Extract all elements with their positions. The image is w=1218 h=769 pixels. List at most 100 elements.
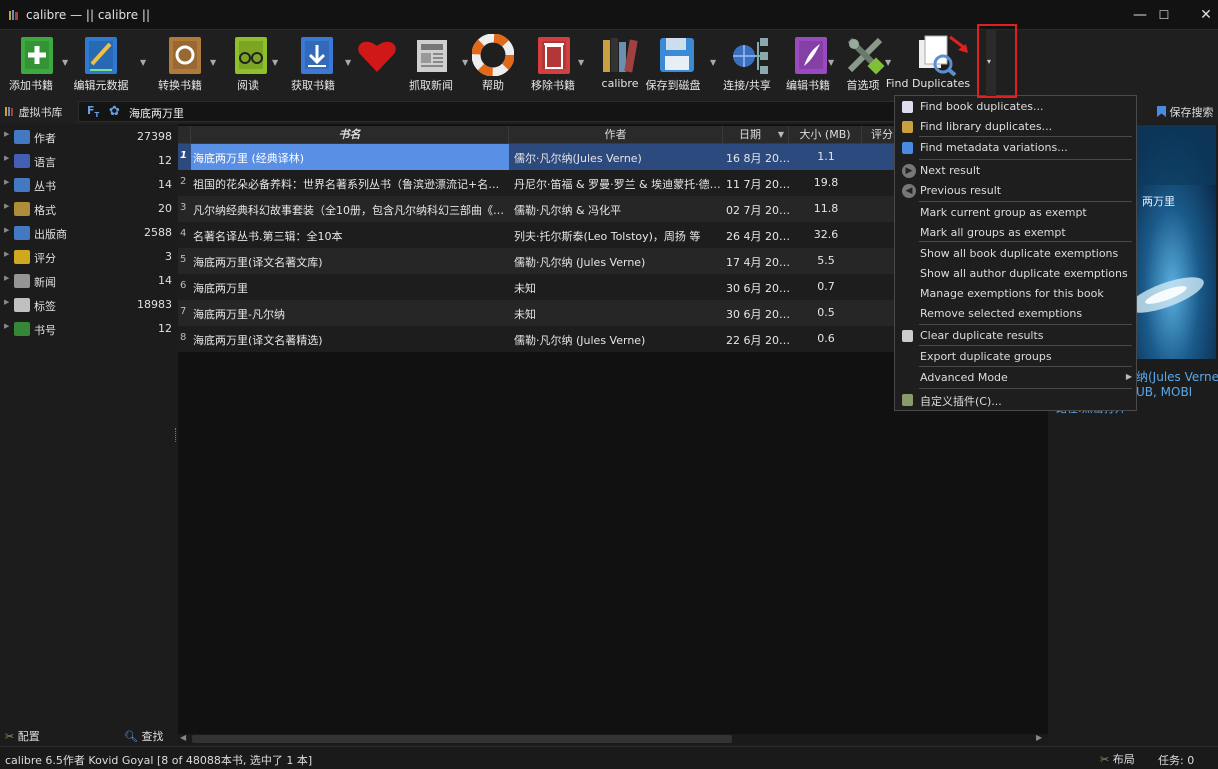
virtual-library-button[interactable]: 虚拟书库 — [4, 104, 63, 120]
menu-item[interactable]: 自定义插件(C)... — [895, 390, 1136, 410]
tag-category-row[interactable]: ▶ 评分 3 — [0, 245, 178, 269]
toolbar-button-connect-share[interactable]: 连接/共享 — [723, 30, 771, 100]
close-button[interactable]: ✕ — [1184, 0, 1218, 30]
toolbar-button-preferences-tools[interactable]: 首选项 — [840, 30, 886, 100]
tag-category-row[interactable]: ▶ 语言 12 — [0, 149, 178, 173]
dropdown-arrow-icon[interactable]: ▼ — [578, 58, 584, 67]
toolbar-button-fetch-news[interactable]: 抓取新闻 — [408, 30, 454, 100]
book-date-cell[interactable]: 11 7月 2018 — [726, 176, 790, 190]
menu-item[interactable]: Remove selected exemptions — [895, 304, 1136, 324]
dropdown-arrow-icon[interactable]: ▼ — [885, 58, 891, 67]
book-cover-image[interactable]: 两万里 — [1136, 125, 1216, 359]
maximize-button[interactable]: ☐ — [1142, 0, 1186, 30]
book-title-cell[interactable]: 海底两万里-凡尔纳 — [191, 300, 509, 326]
tag-category-row[interactable]: ▶ 标签 18983 — [0, 293, 178, 317]
search-input[interactable]: FT ✿ 海底两万里 — [78, 101, 898, 122]
book-size-cell[interactable]: 0.5 — [790, 306, 862, 320]
dropdown-arrow-icon[interactable]: ▼ — [272, 58, 278, 67]
book-date-cell[interactable]: 02 7月 2018 — [726, 202, 790, 216]
sort-by-field-icon[interactable]: FT — [87, 104, 99, 119]
book-author-cell[interactable]: 丹尼尔·笛福 & 罗曼·罗兰 & 埃迪蒙托·德·... — [514, 176, 722, 190]
tag-category-row[interactable]: ▶ 丛书 14 — [0, 173, 178, 197]
find-button[interactable]: 🔍︎ 查找 — [124, 728, 163, 744]
book-size-cell[interactable]: 32.6 — [790, 228, 862, 242]
book-size-cell[interactable]: 0.6 — [790, 332, 862, 346]
toolbar-button-edit-metadata[interactable]: 编辑元数据 — [74, 30, 129, 100]
menu-item[interactable]: Find book duplicates... — [895, 97, 1136, 117]
scroll-left-arrow-icon[interactable]: ◀ — [180, 733, 186, 742]
book-title-cell[interactable]: 名著名译丛书.第三辑：全10本 — [191, 222, 509, 248]
menu-item[interactable]: Advanced Mode ▶ — [895, 368, 1136, 388]
menu-item[interactable]: Mark current group as exempt — [895, 203, 1136, 223]
dropdown-arrow-icon[interactable]: ▼ — [710, 58, 716, 67]
book-title-cell[interactable]: 凡尔纳经典科幻故事套装（全10册，包含凡尔纳科幻三部曲《格兰... — [191, 196, 509, 222]
dropdown-arrow-icon[interactable]: ▼ — [140, 58, 146, 67]
tag-category-row[interactable]: ▶ 作者 27398 — [0, 125, 178, 149]
expand-arrow-icon[interactable]: ▶ — [4, 274, 9, 282]
book-size-cell[interactable]: 0.7 — [790, 280, 862, 294]
expand-arrow-icon[interactable]: ▶ — [4, 322, 9, 330]
jobs-indicator[interactable]: 任务: 0 — [1158, 752, 1194, 768]
menu-item[interactable]: Mark all groups as exempt — [895, 223, 1136, 243]
expand-arrow-icon[interactable]: ▶ — [4, 154, 9, 162]
column-header-size[interactable]: 大小 (MB) — [789, 126, 862, 144]
toolbar-button-get-books[interactable]: 获取书籍 — [290, 30, 336, 100]
menu-item[interactable]: Manage exemptions for this book — [895, 284, 1136, 304]
book-date-cell[interactable]: 30 6月 2017 — [726, 280, 790, 294]
scroll-right-arrow-icon[interactable]: ▶ — [1036, 733, 1042, 742]
dropdown-arrow-icon[interactable]: ▼ — [828, 58, 834, 67]
book-author-line[interactable]: 纳(Jules Verne) — [1136, 368, 1218, 385]
menu-item[interactable]: Show all book duplicate exemptions — [895, 244, 1136, 264]
column-header-date[interactable]: 日期 ▼ — [723, 126, 789, 144]
book-author-cell[interactable]: 未知 — [514, 280, 722, 294]
expand-arrow-icon[interactable]: ▶ — [4, 130, 9, 138]
menu-item[interactable]: Find metadata variations... — [895, 138, 1136, 158]
expand-arrow-icon[interactable]: ▶ — [4, 226, 9, 234]
book-size-cell[interactable]: 11.8 — [790, 202, 862, 216]
book-title-cell[interactable]: 海底两万里 — [191, 274, 509, 300]
book-author-cell[interactable]: 未知 — [514, 306, 722, 320]
book-author-cell[interactable]: 儒勒·凡尔纳 & 冯化平 — [514, 202, 722, 216]
toolbar-button-save-to-disk[interactable]: 保存到磁盘 — [646, 30, 701, 100]
book-size-cell[interactable]: 1.1 — [790, 150, 862, 164]
book-title-cell[interactable]: 海底两万里 (经典译林) — [191, 144, 509, 170]
book-date-cell[interactable]: 30 6月 2017 — [726, 306, 790, 320]
toolbar-button-convert-book[interactable]: 转换书籍 — [157, 30, 203, 100]
expand-arrow-icon[interactable]: ▶ — [4, 202, 9, 210]
dropdown-arrow-icon[interactable]: ▼ — [210, 58, 216, 67]
dropdown-arrow-icon[interactable]: ▼ — [462, 58, 468, 67]
book-date-cell[interactable]: 17 4月 2018 — [726, 254, 790, 268]
book-date-cell[interactable]: 26 4月 2018 — [726, 228, 790, 242]
book-author-cell[interactable]: 儒尔·凡尔纳(Jules Verne) — [514, 150, 722, 164]
menu-item[interactable]: Find library duplicates... — [895, 117, 1136, 137]
menu-item[interactable]: ◀ Previous result — [895, 181, 1136, 201]
dropdown-arrow-icon[interactable]: ▼ — [62, 58, 68, 67]
book-date-cell[interactable]: 16 8月 2018 — [726, 150, 790, 164]
toolbar-button-read-book[interactable]: 阅读 — [225, 30, 271, 100]
column-header-author[interactable]: 作者 — [509, 126, 723, 144]
tag-category-row[interactable]: ▶ 出版商 2588 — [0, 221, 178, 245]
column-header-title[interactable]: 书名 — [191, 126, 509, 144]
book-title-cell[interactable]: 海底两万里(译文名著精选) — [191, 326, 509, 352]
scrollbar-thumb[interactable] — [192, 735, 732, 743]
menu-item[interactable]: Export duplicate groups — [895, 347, 1136, 367]
book-title-cell[interactable]: 祖国的花朵必备养料：世界名著系列丛书（鲁滨逊漂流记+名人传... — [191, 170, 509, 196]
book-author-cell[interactable]: 儒勒·凡尔纳 (Jules Verne) — [514, 254, 722, 268]
save-search-button[interactable]: 保存搜索 — [1157, 104, 1214, 120]
tag-category-row[interactable]: ▶ 格式 20 — [0, 197, 178, 221]
tag-category-row[interactable]: ▶ 新闻 14 — [0, 269, 178, 293]
toolbar-button-find-duplicates[interactable]: Find Duplicates — [886, 30, 970, 100]
book-title-cell[interactable]: 海底两万里(译文名著文库) — [191, 248, 509, 274]
expand-arrow-icon[interactable]: ▶ — [4, 178, 9, 186]
expand-arrow-icon[interactable]: ▶ — [4, 250, 9, 258]
book-date-cell[interactable]: 22 6月 2017 — [726, 332, 790, 346]
configure-button[interactable]: ✂ 配置 — [5, 728, 40, 744]
toolbar-button-remove-book[interactable]: 移除书籍 — [530, 30, 576, 100]
menu-item[interactable]: Clear duplicate results — [895, 326, 1136, 346]
menu-item[interactable]: Show all author duplicate exemptions — [895, 264, 1136, 284]
book-size-cell[interactable]: 5.5 — [790, 254, 862, 268]
layout-button[interactable]: ✂ 布局 — [1100, 751, 1135, 767]
book-author-cell[interactable]: 儒勒·凡尔纳 (Jules Verne) — [514, 332, 722, 346]
horizontal-scrollbar[interactable]: ◀ ▶ — [178, 733, 1048, 744]
dropdown-arrow-icon[interactable]: ▼ — [345, 58, 351, 67]
